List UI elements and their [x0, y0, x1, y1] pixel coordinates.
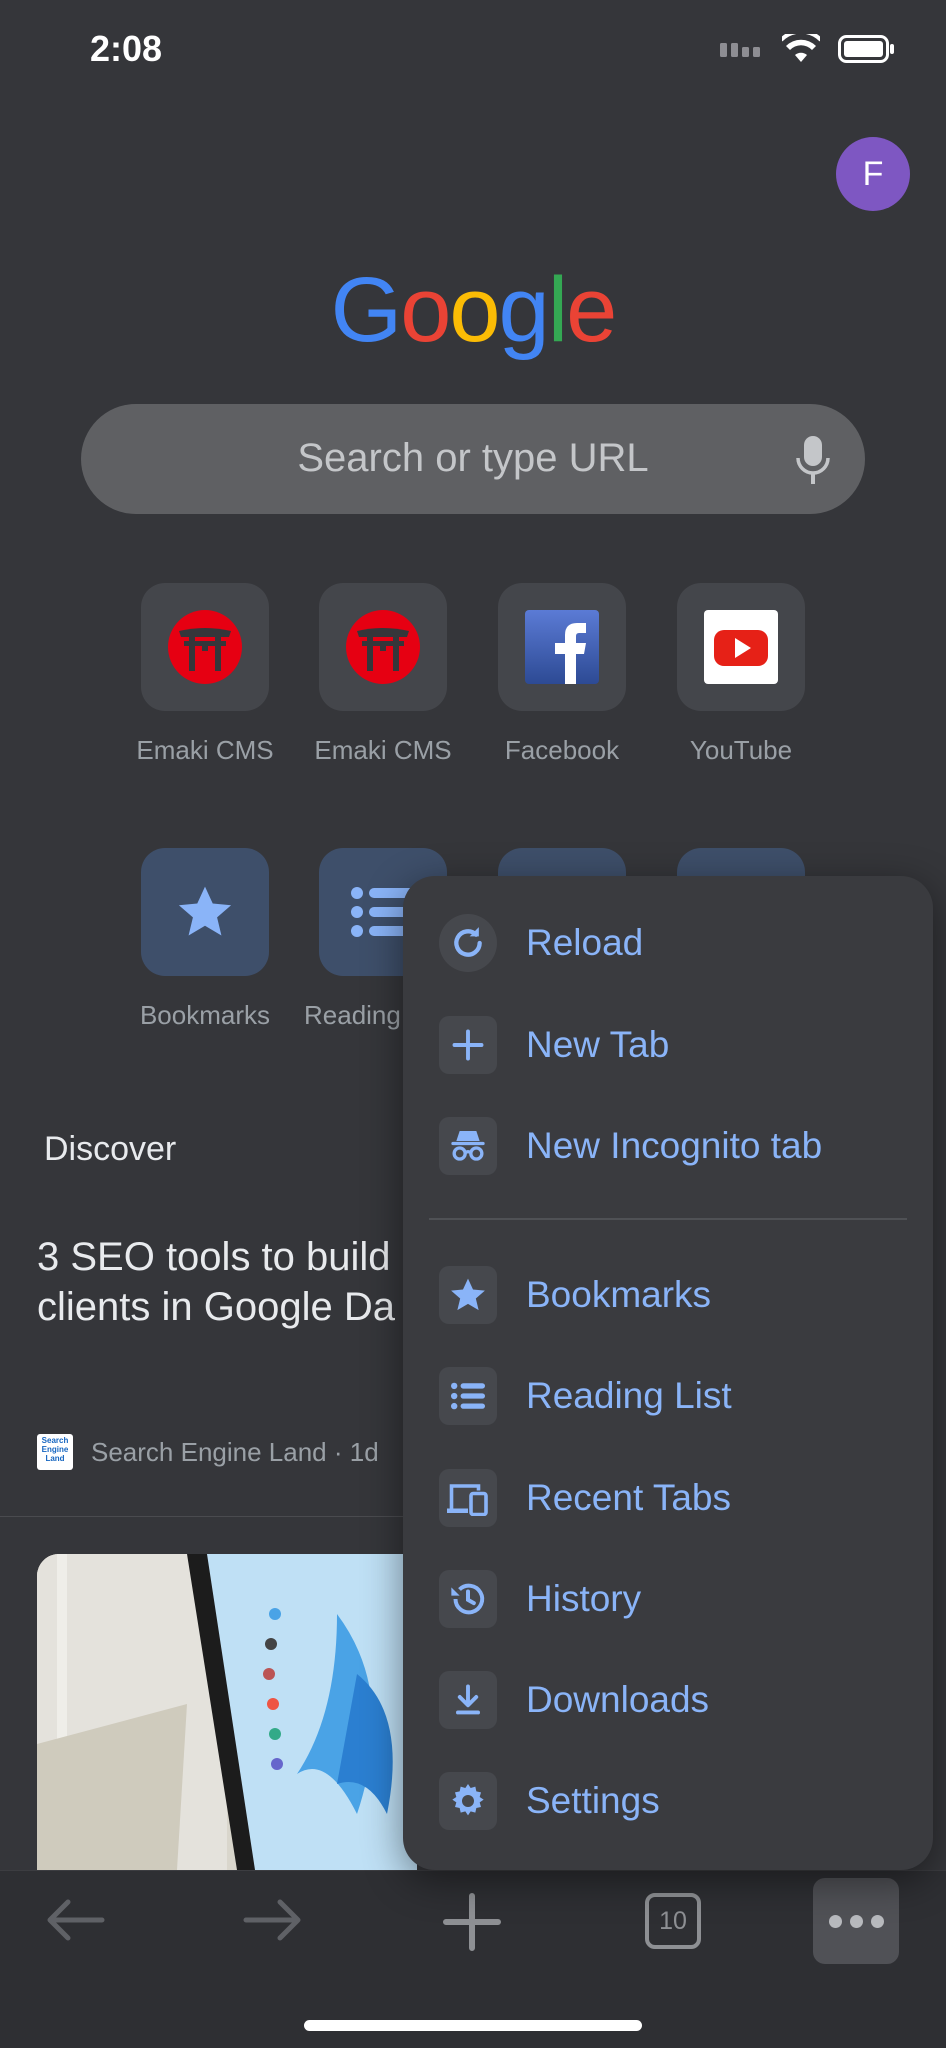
torii-gate-icon [168, 610, 242, 684]
microphone-icon[interactable] [795, 434, 831, 486]
shortcut-tile [141, 848, 269, 976]
more-dot-icon [828, 1914, 842, 1928]
gear-icon [439, 1772, 497, 1830]
devices-icon [439, 1469, 497, 1527]
menu-item-reload[interactable]: Reload [403, 898, 933, 988]
menu-item-new-incognito-tab[interactable]: New Incognito tab [403, 1101, 933, 1191]
status-time: 2:08 [90, 28, 163, 69]
shortcut-label: Emaki CMS [136, 735, 274, 765]
menu-item-reading-list[interactable]: Reading List [403, 1351, 933, 1441]
more-menu-button[interactable] [813, 1878, 899, 1964]
home-indicator [304, 2020, 642, 2031]
quick-action-label: Bookmarks [139, 1000, 271, 1030]
article-headline[interactable]: 3 SEO tools to build clients in Google D… [37, 1232, 457, 1332]
shortcut-tile [498, 583, 626, 711]
shortcut-label: Emaki CMS [314, 735, 452, 765]
download-icon [439, 1671, 497, 1729]
shortcut-tile [319, 583, 447, 711]
list-icon [439, 1367, 497, 1425]
shortcut-tile [141, 583, 269, 711]
torii-gate-icon [346, 610, 420, 684]
back-arrow-icon[interactable] [44, 1898, 106, 1942]
shortcut-emaki-cms-1[interactable] [141, 583, 269, 711]
source-text: Search Engine Land · 1d [91, 1436, 379, 1467]
article-source: Search Engine Land Search Engine Land · … [37, 1434, 379, 1470]
incognito-icon [439, 1117, 497, 1175]
menu-item-recent-tabs[interactable]: Recent Tabs [403, 1453, 933, 1543]
menu-item-settings[interactable]: Settings [403, 1756, 933, 1846]
more-dot-icon [870, 1914, 884, 1928]
menu-item-bookmarks[interactable]: Bookmarks [403, 1250, 933, 1340]
forward-arrow-icon[interactable] [242, 1898, 304, 1942]
search-input[interactable]: Search or type URL [81, 404, 865, 514]
discover-title: Discover [44, 1130, 177, 1168]
shortcut-tile [677, 583, 805, 711]
overflow-menu: Reload New Tab New Incognito tab Bookmar… [403, 876, 933, 1870]
star-icon [439, 1266, 497, 1324]
history-icon [439, 1570, 497, 1628]
youtube-icon [704, 610, 778, 684]
signal-icon [720, 43, 760, 57]
article-image[interactable] [37, 1554, 417, 1870]
menu-item-history[interactable]: History [403, 1554, 933, 1644]
shortcut-label: YouTube [689, 735, 793, 765]
status-icons [720, 34, 896, 64]
new-tab-plus-icon[interactable] [443, 1893, 501, 1951]
facebook-icon [525, 610, 599, 684]
quick-action-bookmarks[interactable] [141, 848, 269, 976]
menu-divider [429, 1218, 907, 1220]
shortcut-label: Facebook [504, 735, 620, 765]
source-logo: Search Engine Land [37, 1434, 73, 1470]
tab-count-button[interactable]: 10 [645, 1893, 701, 1949]
google-logo: Google [330, 259, 618, 361]
menu-item-new-tab[interactable]: New Tab [403, 1000, 933, 1090]
battery-icon [838, 35, 894, 63]
profile-avatar[interactable]: F [836, 137, 910, 211]
shortcut-youtube[interactable] [677, 583, 805, 711]
wifi-icon [782, 34, 820, 62]
more-dot-icon [849, 1914, 863, 1928]
menu-item-downloads[interactable]: Downloads [403, 1655, 933, 1745]
reload-icon [439, 914, 497, 972]
divider [0, 1516, 420, 1517]
quick-action-label: Reading [304, 1000, 401, 1030]
star-icon [178, 886, 232, 936]
plus-icon [439, 1016, 497, 1074]
shortcut-facebook[interactable] [498, 583, 626, 711]
shortcut-emaki-cms-2[interactable] [319, 583, 447, 711]
search-placeholder: Search or type URL [297, 436, 649, 480]
